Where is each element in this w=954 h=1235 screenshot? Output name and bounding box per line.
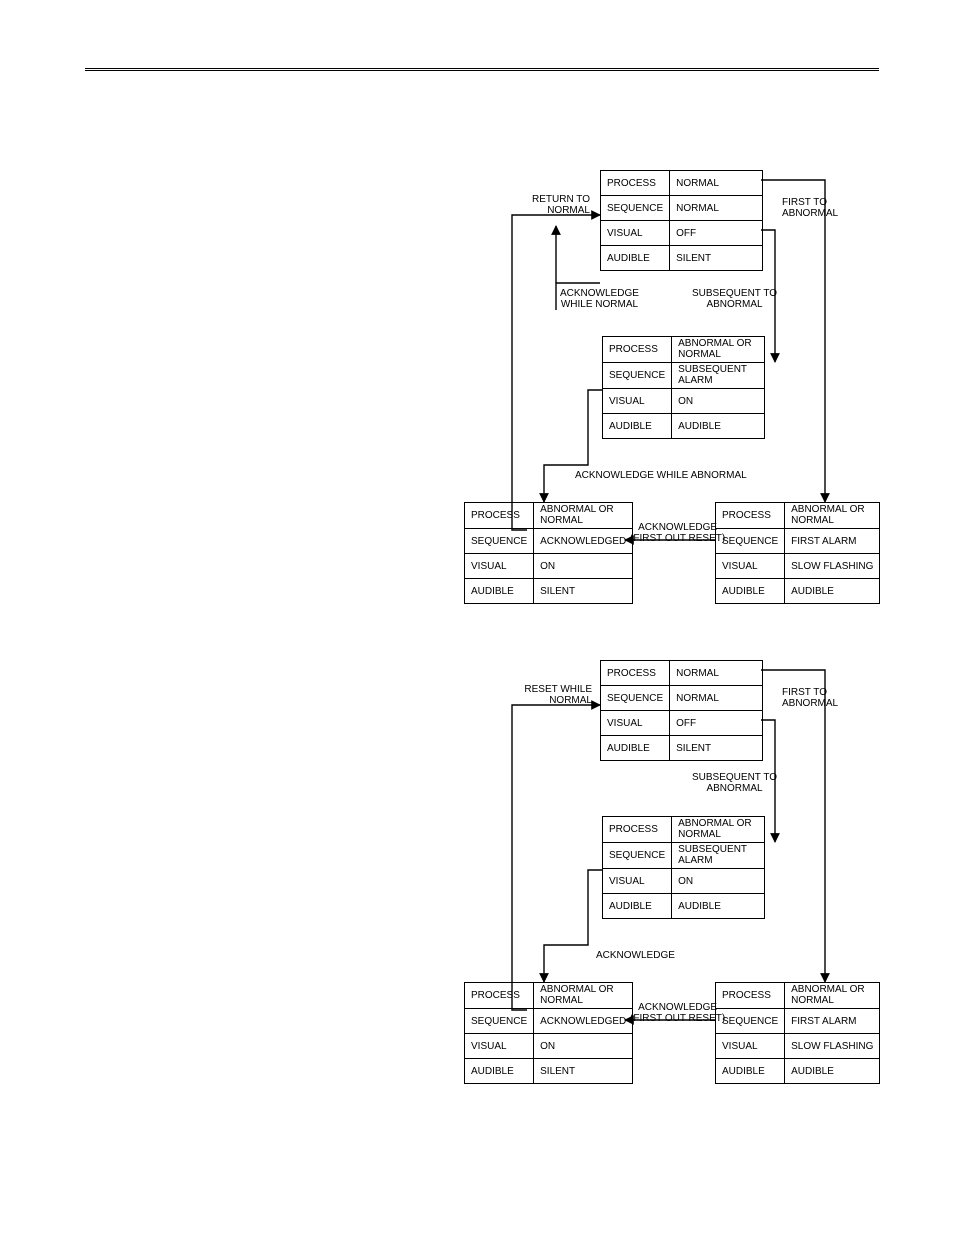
cell: SEQUENCE [716, 529, 785, 554]
cell: SILENT [670, 736, 763, 761]
cell: OFF [670, 711, 763, 736]
cell: PROCESS [716, 983, 785, 1009]
diagram-2: PROCESSNORMAL SEQUENCENORMAL VISUALOFF A… [0, 660, 954, 1120]
d1-label-subsequent-to-abnormal: SUBSEQUENT TOABNORMAL [692, 288, 777, 310]
cell: SILENT [534, 1059, 633, 1084]
cell: SEQUENCE [465, 529, 534, 554]
cell: SEQUENCE [603, 843, 672, 869]
cell: SUBSEQUENTALARM [672, 843, 765, 869]
cell: SEQUENCE [716, 1009, 785, 1034]
cell: SEQUENCE [603, 363, 672, 389]
cell: AUDIBLE [672, 894, 765, 919]
d2-label-acknowledge: ACKNOWLEDGE [596, 950, 675, 961]
cell: VISUAL [465, 1034, 534, 1059]
cell: AUDIBLE [465, 579, 534, 604]
cell: ACKNOWLEDGED [534, 529, 633, 554]
cell: ON [672, 869, 765, 894]
cell: FIRST ALARM [785, 1009, 880, 1034]
d1-label-ack-first-out-reset: ACKNOWLEDGE(FIRST OUT RESET) [630, 522, 725, 544]
d1-label-ack-while-abnormal: ACKNOWLEDGE WHILE ABNORMAL [575, 470, 747, 481]
cell: SEQUENCE [601, 196, 670, 221]
cell: ON [672, 389, 765, 414]
cell: ACKNOWLEDGED [534, 1009, 633, 1034]
cell: AUDIBLE [716, 579, 785, 604]
cell: PROCESS [601, 661, 670, 686]
cell: VISUAL [465, 554, 534, 579]
cell: VISUAL [603, 389, 672, 414]
d1-state-subsequent: PROCESSABNORMAL ORNORMAL SEQUENCESUBSEQU… [602, 336, 765, 439]
cell: SLOW FLASHING [785, 1034, 880, 1059]
d2-label-ack-first-out-reset: ACKNOWLEDGE(FIRST OUT RESET) [630, 1002, 725, 1024]
cell: VISUAL [601, 711, 670, 736]
cell: NORMAL [670, 661, 763, 686]
cell: VISUAL [716, 1034, 785, 1059]
cell: PROCESS [716, 503, 785, 529]
d2-label-first-to-abnormal: FIRST TOABNORMAL [782, 687, 838, 709]
cell: NORMAL [670, 196, 763, 221]
d1-state-acknowledged: PROCESSABNORMAL ORNORMAL SEQUENCEACKNOWL… [464, 502, 633, 604]
d1-label-first-to-abnormal: FIRST TOABNORMAL [782, 197, 838, 219]
cell: PROCESS [603, 337, 672, 363]
d1-state-first-alarm: PROCESSABNORMAL ORNORMAL SEQUENCEFIRST A… [715, 502, 880, 604]
cell: NORMAL [670, 171, 763, 196]
cell: ABNORMAL ORNORMAL [672, 337, 765, 363]
cell: SILENT [670, 246, 763, 271]
cell: PROCESS [465, 503, 534, 529]
cell: ABNORMAL ORNORMAL [534, 983, 633, 1009]
cell: ABNORMAL ORNORMAL [785, 503, 880, 529]
cell: AUDIBLE [785, 1059, 880, 1084]
cell: VISUAL [603, 869, 672, 894]
cell: AUDIBLE [785, 579, 880, 604]
d2-state-acknowledged: PROCESSABNORMAL ORNORMAL SEQUENCEACKNOWL… [464, 982, 633, 1084]
cell: SILENT [534, 579, 633, 604]
cell: SLOW FLASHING [785, 554, 880, 579]
d1-label-return-to-normal: RETURN TONORMAL [520, 194, 590, 216]
cell: AUDIBLE [601, 246, 670, 271]
d2-state-normal: PROCESSNORMAL SEQUENCENORMAL VISUALOFF A… [600, 660, 763, 761]
cell: AUDIBLE [672, 414, 765, 439]
cell: AUDIBLE [601, 736, 670, 761]
cell: PROCESS [603, 817, 672, 843]
d2-label-subsequent-to-abnormal: SUBSEQUENT TOABNORMAL [692, 772, 777, 794]
cell: SUBSEQUENTALARM [672, 363, 765, 389]
d2-state-first-alarm: PROCESSABNORMAL ORNORMAL SEQUENCEFIRST A… [715, 982, 880, 1084]
cell: AUDIBLE [603, 894, 672, 919]
d1-state-normal: PROCESSNORMAL SEQUENCENORMAL VISUALOFF A… [600, 170, 763, 271]
cell: ON [534, 554, 633, 579]
d2-state-subsequent: PROCESSABNORMAL ORNORMAL SEQUENCESUBSEQU… [602, 816, 765, 919]
cell: NORMAL [670, 686, 763, 711]
cell: AUDIBLE [603, 414, 672, 439]
cell: AUDIBLE [465, 1059, 534, 1084]
page-divider [85, 68, 879, 71]
cell: FIRST ALARM [785, 529, 880, 554]
cell: SEQUENCE [601, 686, 670, 711]
cell: ABNORMAL ORNORMAL [785, 983, 880, 1009]
cell: VISUAL [716, 554, 785, 579]
cell: ABNORMAL ORNORMAL [534, 503, 633, 529]
cell: ABNORMAL ORNORMAL [672, 817, 765, 843]
cell: PROCESS [465, 983, 534, 1009]
diagram-1: PROCESSNORMAL SEQUENCENORMAL VISUALOFF A… [0, 170, 954, 630]
d1-label-ack-while-normal: ACKNOWLEDGEWHILE NORMAL [560, 288, 639, 310]
cell: ON [534, 1034, 633, 1059]
cell: SEQUENCE [465, 1009, 534, 1034]
cell: PROCESS [601, 171, 670, 196]
cell: AUDIBLE [716, 1059, 785, 1084]
cell: OFF [670, 221, 763, 246]
d2-label-reset-while-normal: RESET WHILENORMAL [516, 684, 592, 706]
cell: VISUAL [601, 221, 670, 246]
